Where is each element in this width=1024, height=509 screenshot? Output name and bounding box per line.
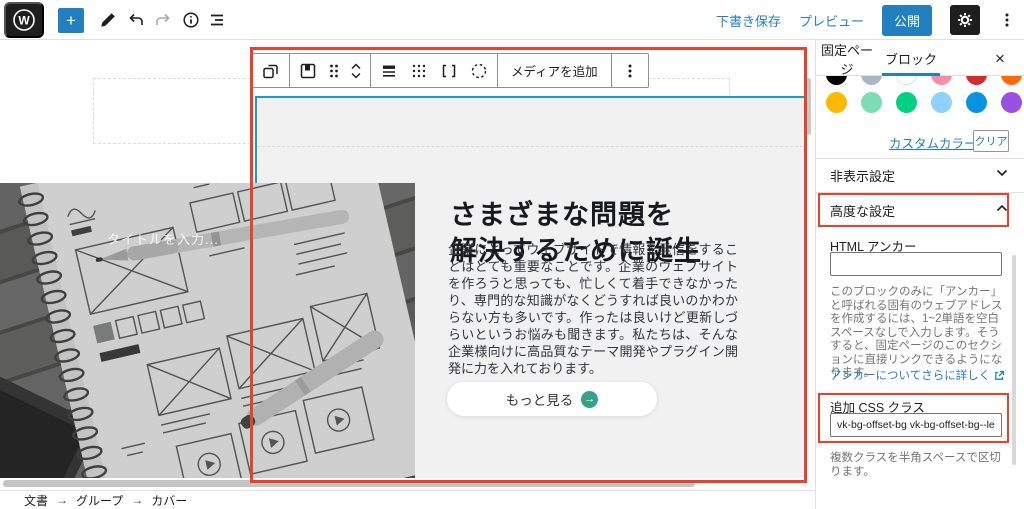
color-swatch[interactable] [826, 92, 847, 113]
block-switcher-button[interactable] [256, 56, 286, 86]
breadcrumb-arrow-icon: → [131, 493, 143, 507]
breadcrumb-item[interactable]: 文書 [24, 492, 48, 509]
color-swatch[interactable] [861, 92, 882, 113]
css-class-input[interactable] [830, 413, 1002, 437]
close-sidebar-icon[interactable]: × [988, 46, 1012, 70]
color-swatch[interactable] [966, 76, 987, 85]
css-class-help-text: 複数クラスを半角スペースで区切ります。 [830, 452, 1004, 479]
cover-heading-line1: さまざまな問題を [450, 197, 702, 233]
sidebar-scrollbar[interactable] [1012, 255, 1016, 465]
svg-text:W: W [18, 14, 30, 28]
breadcrumb-item: カバー [151, 492, 187, 509]
editor-canvas: タイトルを入力... さまざまな問題を 解決するために誕生 企業にとってウェブサ… [0, 40, 815, 478]
color-swatch[interactable] [896, 76, 917, 85]
preview-button[interactable]: プレビュー [799, 11, 864, 30]
add-block-button[interactable]: + [58, 8, 84, 33]
color-palette [816, 76, 1024, 156]
color-swatch[interactable] [1001, 92, 1022, 113]
panel-hidden-settings[interactable]: 非表示設定 [816, 158, 1024, 192]
chevron-up-icon [996, 204, 1008, 212]
drag-handle[interactable] [323, 56, 345, 86]
panel-advanced-label: 高度な設定 [830, 204, 895, 219]
tab-page[interactable]: 固定ページ [816, 40, 878, 76]
palette-row-2 [826, 92, 1022, 113]
add-media-button[interactable]: メディアを追加 [501, 61, 608, 80]
panel-hidden-label: 非表示設定 [830, 169, 895, 184]
publish-button[interactable]: 公開 [882, 5, 932, 36]
editor-topbar: W + 下書き保存 プレビュー [0, 0, 1024, 40]
arrow-right-circle-icon: → [581, 391, 598, 408]
sidebar-tabs: 固定ページ ブロック × [816, 40, 1024, 76]
settings-sidebar: 固定ページ ブロック × カスタムカラー クリア 非表示設定 高度な設定 HTM… [815, 40, 1024, 509]
panel-advanced-settings[interactable]: 高度な設定 [816, 193, 1024, 227]
more-button[interactable]: もっと見る → [447, 382, 657, 416]
cover-image[interactable] [0, 183, 415, 478]
toolbar-group-move [290, 54, 371, 87]
duotone-filter-icon[interactable] [464, 56, 494, 86]
selection-border-top [255, 96, 805, 98]
toolbar-group-cover-settings [371, 54, 498, 87]
topbar-actions: 下書き保存 プレビュー 公開 [716, 0, 1016, 40]
breadcrumb-arrow-icon: → [56, 493, 68, 507]
selection-border-left [255, 96, 257, 184]
more-button-label: もっと見る [506, 389, 574, 409]
color-swatch[interactable] [966, 92, 987, 113]
cover-content: さまざまな問題を 解決するために誕生 企業にとってウェブサイトで情報を発信をする… [448, 96, 740, 478]
toolbar-group-options [612, 54, 648, 87]
canvas-horizontal-scrollbar[interactable] [3, 480, 695, 487]
save-draft-button[interactable]: 下書き保存 [716, 11, 781, 30]
color-swatch[interactable] [861, 76, 882, 85]
cover-paragraph[interactable]: 企業にとってウェブサイトで情報を発信をすることはとても重要なことです。企業のウェ… [448, 241, 738, 377]
anchor-learn-more-link[interactable]: アンカーについてさらに詳しく [830, 367, 1005, 383]
tab-block[interactable]: ブロック [878, 40, 944, 76]
block-toolbar: メディアを追加 [252, 53, 649, 88]
color-swatch[interactable] [931, 76, 952, 85]
breadcrumb: 文書 → グループ → カバー [0, 490, 815, 509]
settings-gear-button[interactable] [950, 5, 980, 35]
options-kebab-icon[interactable] [615, 56, 645, 86]
edit-tool-icon[interactable] [96, 8, 120, 32]
toolbar-group-media: メディアを追加 [498, 54, 612, 87]
palette-row-1 [826, 76, 1022, 85]
content-position-icon[interactable] [374, 56, 404, 86]
anchor-learn-more-label: アンカーについてさらに詳しく [830, 367, 990, 383]
full-height-toggle-icon[interactable] [434, 56, 464, 86]
breadcrumb-item[interactable]: グループ [76, 492, 123, 509]
color-swatch[interactable] [1001, 76, 1022, 85]
external-link-icon [994, 370, 1005, 381]
more-options-kebab-icon[interactable] [998, 5, 1016, 35]
cover-title-placeholder[interactable]: タイトルを入力... [107, 229, 219, 248]
list-view-icon[interactable] [205, 8, 229, 32]
select-parent-cover-button[interactable] [293, 56, 323, 86]
position-matrix-icon[interactable] [404, 56, 434, 86]
block-mover-up-down[interactable] [345, 56, 367, 86]
details-info-icon[interactable] [179, 8, 203, 32]
color-swatch[interactable] [896, 92, 917, 113]
gear-icon [955, 10, 975, 30]
wordpress-logo-icon: W [12, 8, 36, 32]
gutenberg-editor: タイトルを入力... さまざまな問題を 解決するために誕生 企業にとってウェブサ… [0, 0, 1024, 509]
html-anchor-input[interactable] [830, 252, 1002, 276]
redo-icon[interactable] [151, 8, 175, 32]
canvas-vertical-scrollbar[interactable] [806, 78, 811, 135]
toolbar-group-switcher [253, 54, 290, 87]
chevron-down-icon [996, 169, 1008, 177]
color-swatch[interactable] [931, 92, 952, 113]
wordpress-logo-button[interactable]: W [4, 2, 44, 38]
undo-icon[interactable] [124, 8, 148, 32]
